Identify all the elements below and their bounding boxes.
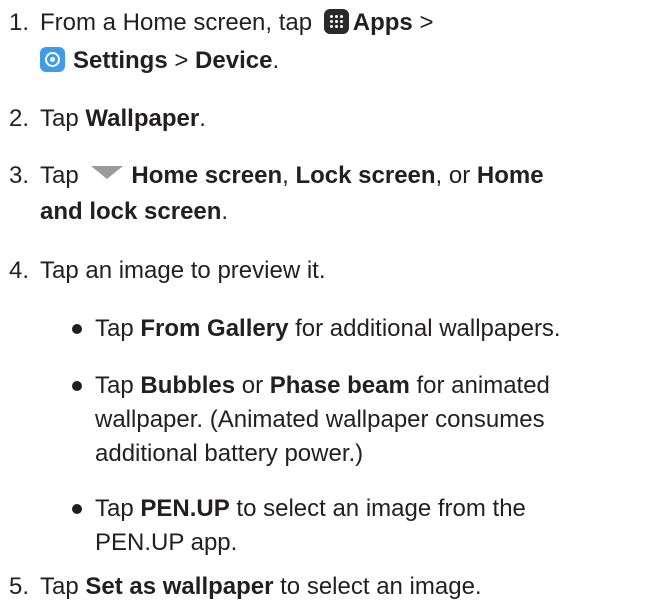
step-5-suffix: to select an image. <box>280 573 482 600</box>
bullet-line-3: additional battery power.) <box>95 440 364 467</box>
step-text: Tap an image to preview it. <box>40 257 326 284</box>
bullet-line-2: PEN.UP app. <box>95 529 238 556</box>
home-and-lock-label-part1: Home <box>476 162 544 189</box>
step-text: Tap Wallpaper. <box>40 103 640 135</box>
step-5-prefix: Tap <box>40 573 79 600</box>
bullet-line-2: wallpaper. (Animated wallpaper consumes <box>95 406 545 433</box>
device-label: Device <box>195 47 273 74</box>
home-and-lock-label-part2: and lock screen <box>40 198 222 225</box>
bullet-prefix: Tap <box>95 495 134 522</box>
from-gallery-label: From Gallery <box>140 315 289 342</box>
separator: > <box>174 47 189 74</box>
lock-screen-label: Lock screen <box>295 162 436 189</box>
step-2: 2. Tap Wallpaper. <box>0 103 646 135</box>
settings-label: Settings <box>73 47 168 74</box>
comma: , <box>282 162 289 189</box>
step-4: 4. Tap an image to preview it. <box>0 255 646 287</box>
bullet-text: Tap PEN.UP to select an image from the P… <box>95 493 640 559</box>
wallpaper-label: Wallpaper <box>85 105 200 132</box>
bullet-dot-icon <box>72 324 82 334</box>
step-5: 5. Tap Set as wallpaper to select an ima… <box>0 571 646 603</box>
step-3: 3. Tap Home screen, Lock screen, or Home… <box>0 160 646 230</box>
step-text: From a Home screen, tap Apps > Settings … <box>40 7 640 77</box>
step-3-prefix: Tap <box>40 162 79 189</box>
step-number: 5. <box>9 573 30 600</box>
pen-up-label: PEN.UP <box>140 495 230 522</box>
settings-gear-icon <box>40 47 65 72</box>
step-1-prefix: From a Home screen, tap <box>40 9 313 36</box>
or-separator: , or <box>435 162 471 189</box>
step-number: 4. <box>9 257 30 284</box>
period: . <box>199 105 206 132</box>
bullet-text: Tap From Gallery for additional wallpape… <box>95 313 640 345</box>
period: . <box>221 198 229 225</box>
bullet-dot-icon <box>72 504 82 514</box>
or-text: or <box>241 372 264 399</box>
bullet-item-pen-up: Tap PEN.UP to select an image from the P… <box>0 493 646 563</box>
step-text: Tap Home screen, Lock screen, or Home an… <box>40 160 640 228</box>
dropdown-triangle-icon <box>91 166 124 179</box>
bullet-prefix: Tap <box>95 372 134 399</box>
bullet-suffix: for additional wallpapers. <box>295 315 561 342</box>
bubbles-label: Bubbles <box>140 372 236 399</box>
phase-beam-label: Phase beam <box>269 372 410 399</box>
apps-label: Apps <box>352 9 413 36</box>
step-number: 1. <box>9 9 30 36</box>
step-1: 1. From a Home screen, tap Apps > Settin… <box>0 7 646 77</box>
instructions-document: 1. From a Home screen, tap Apps > Settin… <box>0 0 646 609</box>
bullet-suffix: for animated <box>416 372 550 399</box>
bullet-item-from-gallery: Tap From Gallery for additional wallpape… <box>0 313 646 345</box>
set-as-wallpaper-label: Set as wallpaper <box>85 573 274 600</box>
bullet-item-animated: Tap Bubbles or Phase beam for animated w… <box>0 370 646 474</box>
step-number: 3. <box>9 162 30 189</box>
bullet-dot-icon <box>72 381 82 391</box>
apps-grid-icon <box>323 9 349 34</box>
period: . <box>272 47 280 74</box>
bullet-prefix: Tap <box>95 315 134 342</box>
bullet-suffix: to select an image from the <box>236 495 526 522</box>
separator: > <box>419 9 434 36</box>
home-screen-label: Home screen <box>131 162 283 189</box>
step-text: Tap Set as wallpaper to select an image. <box>40 571 640 603</box>
step-2-prefix: Tap <box>40 105 79 132</box>
bullet-text: Tap Bubbles or Phase beam for animated w… <box>95 370 640 470</box>
step-number: 2. <box>9 105 30 132</box>
